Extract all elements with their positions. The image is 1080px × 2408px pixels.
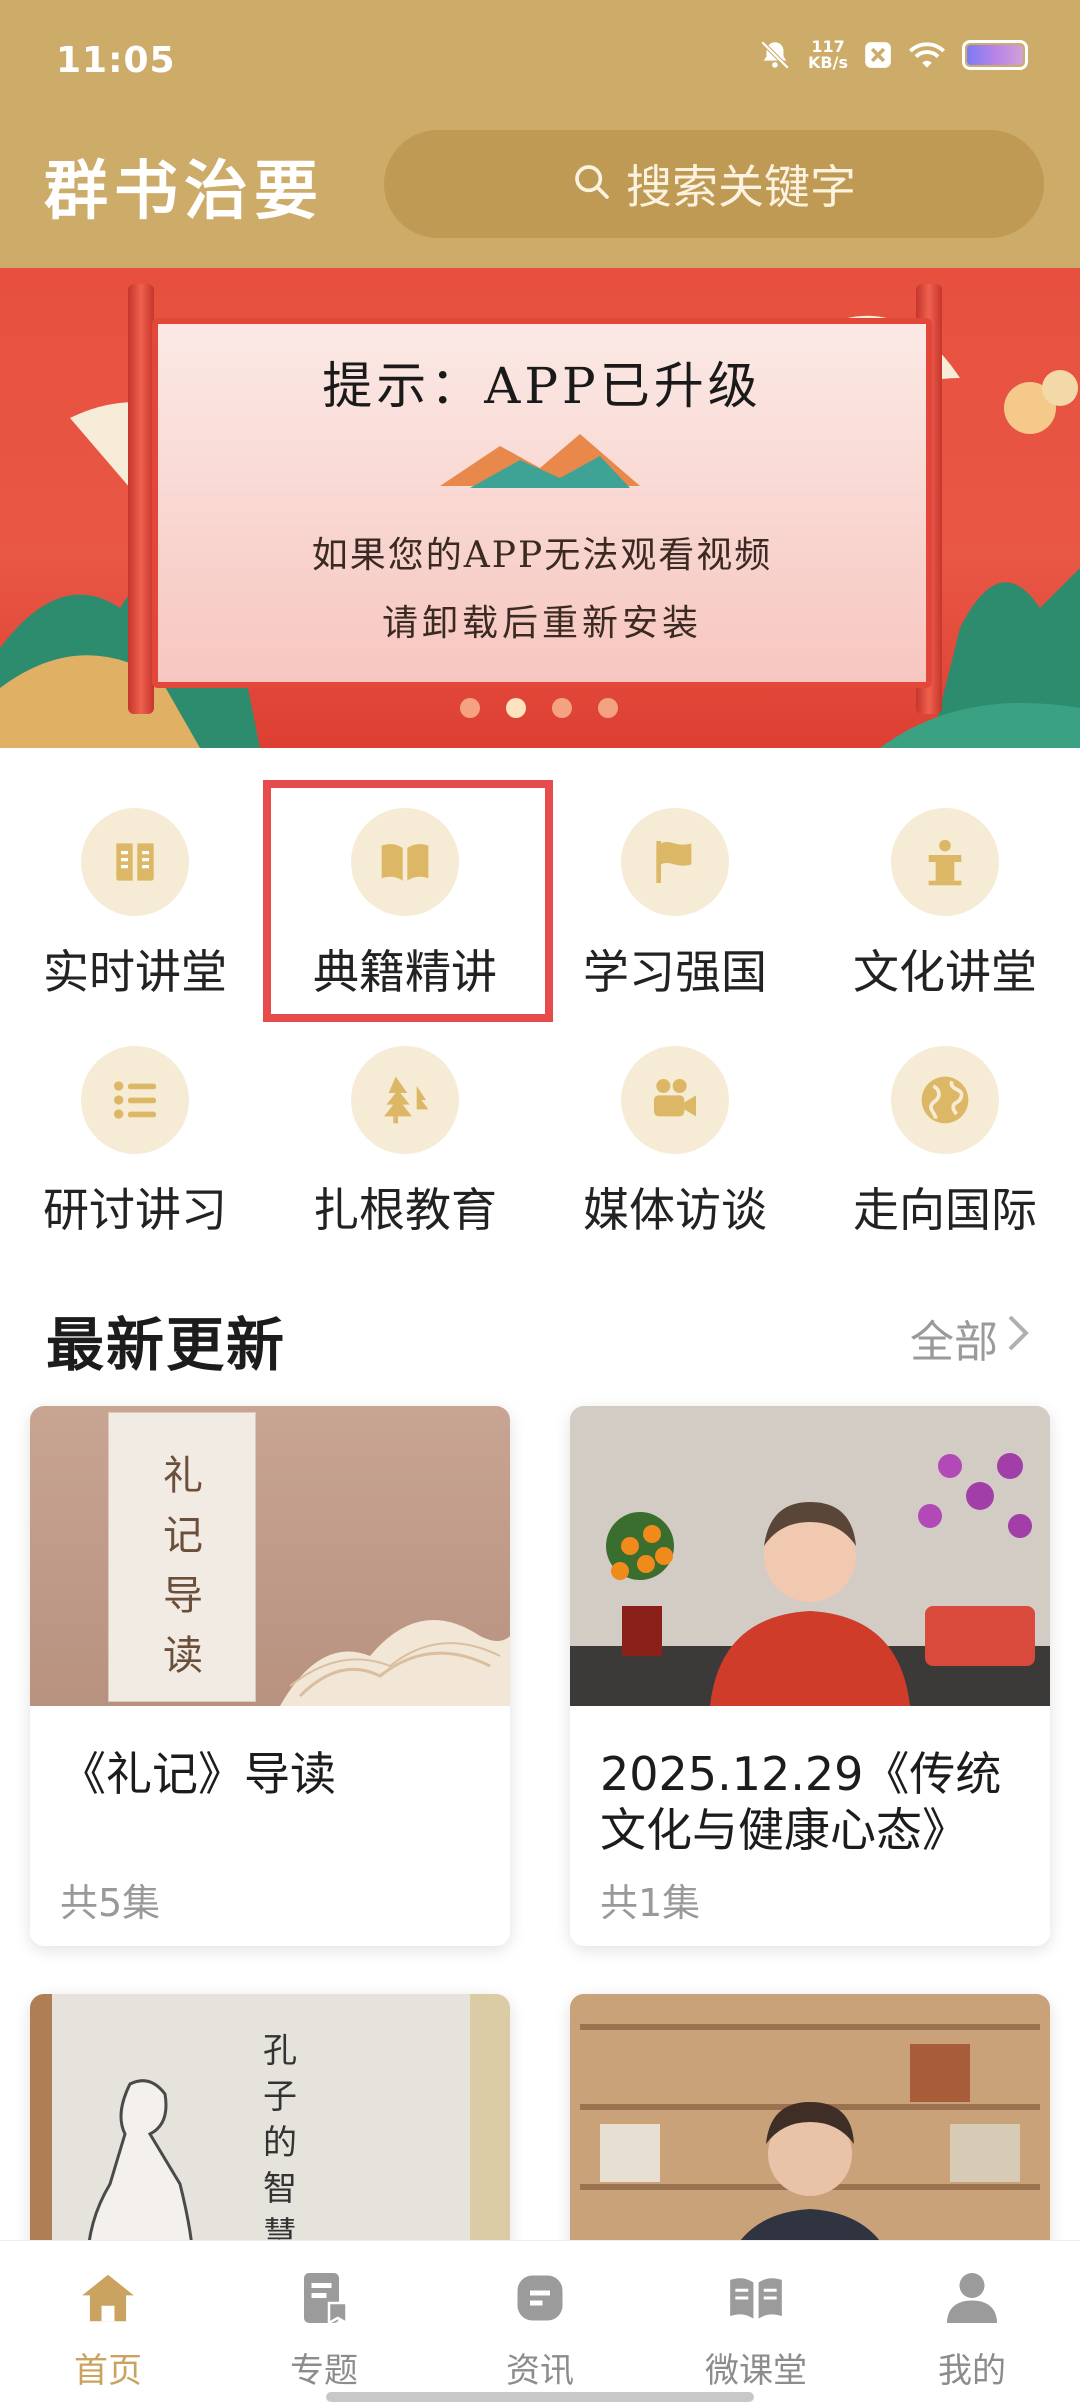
home-indicator[interactable] — [326, 2392, 754, 2402]
course-thumbnail: 礼记导读 — [30, 1406, 510, 1706]
category-item-study[interactable]: 学习强国 — [540, 808, 810, 1002]
list-icon — [81, 1046, 189, 1154]
category-label: 实时讲堂 — [43, 945, 227, 999]
banner-line-2: 请卸载后重新安装 — [381, 603, 702, 644]
mountain-icon — [440, 434, 640, 488]
course-card[interactable]: 2025.12.29《传统文化与健康心态》 共1集 — [570, 1406, 1050, 1946]
news-icon — [505, 2263, 575, 2333]
scroll-rod-left — [128, 284, 154, 714]
tab-profile[interactable]: 我的 — [864, 2263, 1080, 2392]
category-item-culture-lecture[interactable]: 文化讲堂 — [810, 808, 1080, 1002]
search-icon — [572, 162, 612, 206]
flag-icon — [621, 808, 729, 916]
tab-label: 专题 — [290, 2351, 358, 2391]
battery-fill — [967, 45, 1023, 65]
see-all-link[interactable]: 全部 — [910, 1306, 1030, 1370]
cover-text: 孔子的智慧 — [255, 2028, 305, 2258]
video-camera-icon — [621, 1046, 729, 1154]
tab-label: 资讯 — [506, 2351, 574, 2391]
course-card[interactable]: 礼记导读 《礼记》导读 共5集 — [30, 1406, 510, 1946]
category-label: 走向国际 — [853, 1183, 1037, 1237]
category-label: 学习强国 — [583, 945, 767, 999]
topic-icon — [289, 2263, 359, 2333]
chevron-right-icon — [1006, 1313, 1030, 1364]
tab-micro-class[interactable]: 微课堂 — [648, 2263, 864, 2392]
search-placeholder: 搜索关键字 — [626, 160, 856, 214]
user-icon — [937, 2263, 1007, 2333]
lecture-book-icon — [81, 808, 189, 916]
tab-label: 微课堂 — [705, 2351, 807, 2391]
category-item-seminar[interactable]: 研讨讲习 — [0, 1046, 270, 1240]
app-root: 11:05 117 KB/s 群书治要 搜索关键字 提示：APP已升级 如果您的… — [0, 0, 1080, 2408]
course-thumbnail — [570, 1406, 1050, 1706]
pagination-dot[interactable] — [460, 698, 480, 718]
course-title: 《礼记》导读 — [60, 1747, 336, 1801]
tab-label: 首页 — [74, 2351, 142, 2391]
category-label: 媒体访谈 — [583, 1183, 767, 1237]
x-app-icon — [864, 41, 892, 69]
banner-line-1: 如果您的APP无法观看视频 — [311, 535, 773, 576]
category-item-international[interactable]: 走向国际 — [810, 1046, 1080, 1240]
network-speed: 117 KB/s — [808, 39, 848, 71]
category-item-media-interview[interactable]: 媒体访谈 — [540, 1046, 810, 1240]
pagination-dot-active[interactable] — [506, 698, 526, 718]
app-brand-title: 群书治要 — [44, 154, 324, 229]
banner-title: 提示：APP已升级 — [322, 357, 762, 415]
header: 11:05 117 KB/s 群书治要 搜索关键字 — [0, 0, 1080, 268]
globe-icon — [891, 1046, 999, 1154]
wave-decoration — [280, 1620, 510, 1706]
wifi-icon — [908, 40, 946, 70]
pagination-dot[interactable] — [552, 698, 572, 718]
search-bar[interactable]: 搜索关键字 — [384, 130, 1044, 238]
tab-label: 我的 — [938, 2351, 1006, 2391]
tab-news[interactable]: 资讯 — [432, 2263, 648, 2392]
episode-count: 共5集 — [60, 1881, 161, 1925]
course-title: 2025.12.29《传统文化与健康心态》 — [600, 1747, 1002, 1857]
category-item-realtime-lecture[interactable]: 实时讲堂 — [0, 808, 270, 1002]
pagination-dot[interactable] — [598, 698, 618, 718]
tree-icon — [351, 1046, 459, 1154]
category-label: 研讨讲习 — [43, 1183, 227, 1237]
see-all-label: 全部 — [910, 1317, 998, 1368]
bottom-tab-bar: 首页 专题 资讯 微课堂 我的 — [0, 2240, 1080, 2408]
status-icons: 117 KB/s — [758, 38, 1028, 72]
tab-home[interactable]: 首页 — [0, 2263, 216, 2392]
podium-icon — [891, 808, 999, 916]
status-time: 11:05 — [56, 40, 176, 81]
tab-topics[interactable]: 专题 — [216, 2263, 432, 2392]
home-icon — [73, 2263, 143, 2333]
category-item-rooted-education[interactable]: 扎根教育 — [270, 1046, 540, 1240]
battery-icon — [962, 40, 1028, 70]
promo-banner[interactable]: 提示：APP已升级 如果您的APP无法观看视频 请卸载后重新安装 — [0, 268, 1080, 748]
episode-count: 共1集 — [600, 1881, 701, 1925]
bell-muted-icon — [758, 38, 792, 72]
presenter-photo — [570, 1406, 1050, 1706]
cover-title: 孔子的智慧 — [263, 2031, 297, 2255]
speed-unit: KB/s — [808, 53, 848, 72]
highlight-box — [263, 780, 553, 1022]
cover-title: 礼记导读 — [163, 1453, 203, 1679]
section-title: 最新更新 — [46, 1311, 287, 1379]
micro-class-icon — [721, 2263, 791, 2333]
category-label: 文化讲堂 — [853, 945, 1037, 999]
category-label: 扎根教育 — [313, 1183, 497, 1237]
cover-text: 礼记导读 — [158, 1446, 208, 1686]
banner-pagination — [460, 698, 618, 718]
status-bar: 11:05 117 KB/s — [0, 0, 1080, 128]
